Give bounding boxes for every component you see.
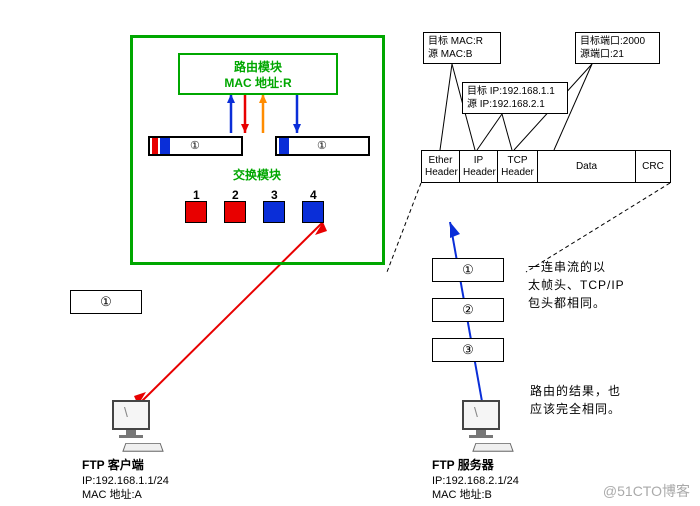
port-3 <box>263 201 285 223</box>
info-port-box: 目标端口:2000 源端口:21 <box>575 32 660 64</box>
switch-bar-right: ① <box>275 136 370 156</box>
port-4 <box>302 201 324 223</box>
info-mac-src: 源 MAC:B <box>428 48 496 61</box>
info-port-dst: 目标端口:2000 <box>580 35 655 48</box>
bar-seg-blue <box>160 138 170 154</box>
server-ip: IP:192.168.2.1/24 <box>432 474 519 488</box>
explain-text-2: 路由的结果，也 应该完全相同。 <box>530 382 680 418</box>
seq-box-left: ① <box>70 290 142 314</box>
seq-box-1: ① <box>432 258 504 282</box>
client-ip: IP:192.168.1.1/24 <box>82 474 169 488</box>
routing-module-mac: MAC 地址:R <box>180 75 336 91</box>
bar-marker-right: ① <box>317 139 327 152</box>
info-mac-box: 目标 MAC:R 源 MAC:B <box>423 32 501 64</box>
port-1 <box>185 201 207 223</box>
pkt-tcp: TCP Header <box>498 151 538 182</box>
pkt-ether: Ether Header <box>422 151 460 182</box>
port-label-2: 2 <box>232 188 239 202</box>
pkt-data: Data <box>538 151 636 182</box>
seq-box-3: ③ <box>432 338 504 362</box>
info-mac-dst: 目标 MAC:R <box>428 35 496 48</box>
switch-module-label: 交换模块 <box>233 166 281 183</box>
ftp-client-computer <box>112 400 172 455</box>
router-device-box: 路由模块 MAC 地址:R 交换模块 ① ① 1 2 3 4 <box>130 35 385 265</box>
server-title: FTP 服务器 <box>432 458 519 472</box>
ftp-server-labels: FTP 服务器 IP:192.168.2.1/24 MAC 地址:B <box>432 458 519 502</box>
port-label-1: 1 <box>193 188 200 202</box>
routing-module-box: 路由模块 MAC 地址:R <box>178 53 338 95</box>
pkt-ip: IP Header <box>460 151 498 182</box>
client-title: FTP 客户端 <box>82 458 169 472</box>
bar-marker-left: ① <box>190 139 200 152</box>
routing-module-title: 路由模块 <box>180 59 336 75</box>
info-ip-src: 源 IP:192.168.2.1 <box>467 98 563 111</box>
watermark-text: @51CTO博客 <box>603 481 690 501</box>
info-port-src: 源端口:21 <box>580 48 655 61</box>
bar-seg-blue-r <box>279 138 289 154</box>
seq-box-2: ② <box>432 298 504 322</box>
info-ip-box: 目标 IP:192.168.1.1 源 IP:192.168.2.1 <box>462 82 568 114</box>
bar-seg-red <box>152 138 158 154</box>
ftp-client-labels: FTP 客户端 IP:192.168.1.1/24 MAC 地址:A <box>82 458 169 502</box>
client-mac: MAC 地址:A <box>82 488 169 502</box>
pkt-crc: CRC <box>636 151 670 182</box>
info-ip-dst: 目标 IP:192.168.1.1 <box>467 85 563 98</box>
port-2 <box>224 201 246 223</box>
switch-bar-left: ① <box>148 136 243 156</box>
port-label-3: 3 <box>271 188 278 202</box>
ftp-server-computer <box>462 400 522 455</box>
explain-text-1: 一连串流的以 太帧头、TCP/IP 包头都相同。 <box>528 258 678 312</box>
port-label-4: 4 <box>310 188 317 202</box>
packet-structure: Ether Header IP Header TCP Header Data C… <box>421 150 671 183</box>
server-mac: MAC 地址:B <box>432 488 519 502</box>
